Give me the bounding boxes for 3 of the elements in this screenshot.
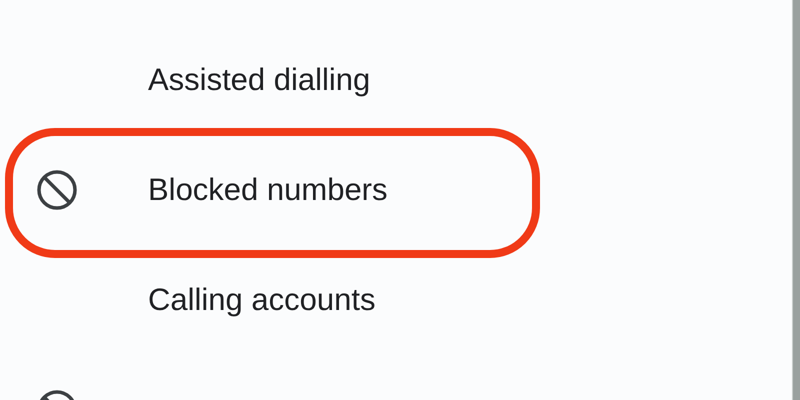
setting-label[interactable]: Blocked numbers — [148, 166, 388, 214]
setting-label[interactable]: Calling accounts — [148, 276, 376, 324]
setting-label[interactable]: Assisted dialling — [148, 56, 370, 104]
